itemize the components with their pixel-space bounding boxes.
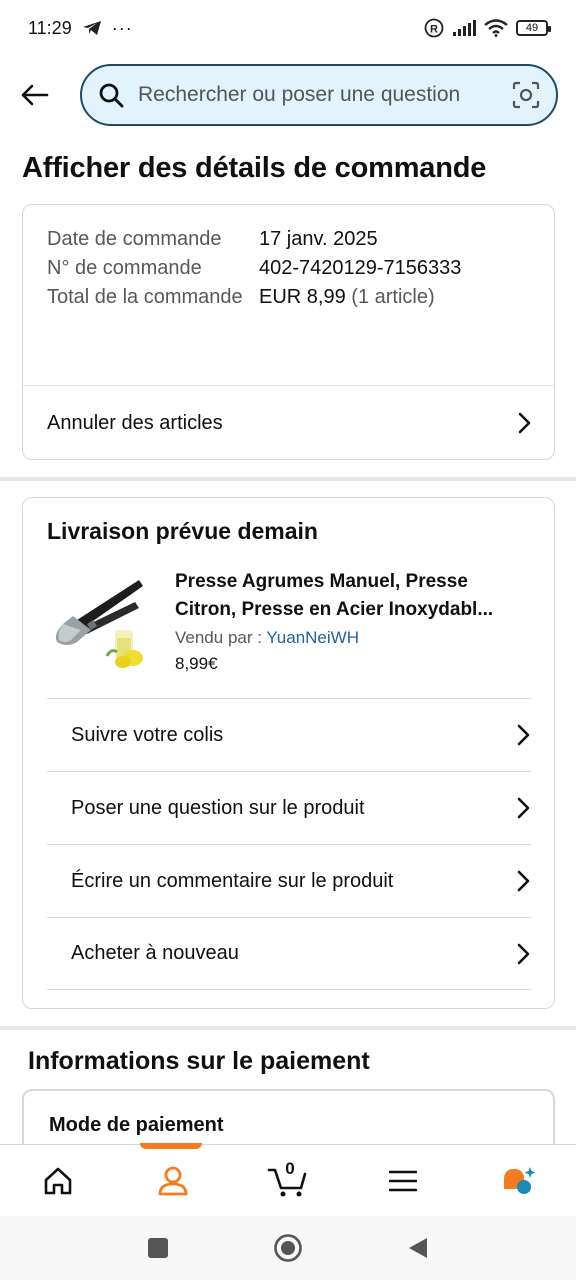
page-title: Afficher des détails de commande (22, 152, 487, 184)
delivery-card: Livraison prévue demain Presse Agrumes M… (22, 497, 555, 1009)
track-package-button[interactable]: Suivre votre colis (47, 698, 531, 771)
action-label: Acheter à nouveau (71, 942, 239, 964)
ask-question-button[interactable]: Poser une question sur le produit (47, 771, 531, 844)
svg-text:R: R (430, 24, 438, 36)
back-button[interactable] (14, 75, 54, 115)
tab-menu[interactable] (373, 1151, 433, 1211)
signal-icon (453, 20, 476, 36)
order-total-label: Total de la commande (47, 286, 243, 308)
seller-label: Vendu par : (175, 628, 262, 647)
order-date-label: Date de commande (47, 228, 222, 250)
action-label: Écrire un commentaire sur le produit (71, 869, 394, 892)
section-divider (0, 477, 576, 481)
triangle-back-icon (409, 1238, 427, 1258)
back-system-button[interactable] (403, 1233, 433, 1263)
seller-link[interactable]: YuanNeiWH (266, 628, 359, 647)
wifi-icon (484, 19, 508, 37)
status-bar: 11:29 ··· R 49 (0, 0, 576, 56)
product-price: 8,99€ (175, 654, 218, 673)
section-divider (0, 1026, 576, 1030)
search-input[interactable] (138, 83, 498, 107)
order-date-value: 17 janv. 2025 (259, 228, 378, 250)
battery-level: 49 (525, 22, 539, 34)
search-bar[interactable] (80, 64, 558, 126)
delivery-actions: Suivre votre colis Poser une question su… (47, 698, 531, 990)
account-icon (158, 1166, 188, 1195)
square-icon (148, 1238, 168, 1258)
payment-section-title: Informations sur le paiement (28, 1047, 370, 1075)
search-icon (99, 83, 124, 108)
search-header (0, 62, 576, 128)
arrow-left-icon (21, 84, 49, 106)
battery-icon: 49 (516, 20, 551, 36)
product-image[interactable] (47, 568, 151, 672)
order-total-row: Total de la commande EUR 8,99 (1 article… (47, 283, 530, 312)
active-tab-indicator (140, 1143, 202, 1149)
chevron-right-icon (517, 943, 530, 964)
cart-count-badge: 0 (285, 1158, 295, 1178)
more-notifications-icon: ··· (111, 17, 133, 38)
menu-icon (389, 1170, 418, 1191)
chevron-right-icon (517, 724, 530, 746)
status-time: 11:29 (28, 17, 72, 38)
citrus-press-image (55, 580, 143, 668)
system-nav-bar (0, 1216, 576, 1280)
action-label: Suivre votre colis (71, 723, 224, 746)
tab-home[interactable] (28, 1151, 88, 1211)
delivery-heading: Livraison prévue demain (47, 518, 318, 544)
payment-method-label: Mode de paiement (49, 1114, 224, 1136)
chevron-right-icon (517, 797, 530, 819)
seller-line: Vendu par : YuanNeiWH (175, 628, 531, 648)
write-review-button[interactable]: Écrire un commentaire sur le produit (47, 844, 531, 917)
order-number-value: 402-7420129-7156333 (259, 257, 462, 279)
chevron-right-icon (517, 870, 530, 892)
cancel-items-label: Annuler des articles (47, 411, 223, 434)
order-number-row: N° de commande 402-7420129-7156333 (47, 254, 530, 283)
registered-icon: R (424, 18, 444, 38)
order-summary-card: Date de commande 17 janv. 2025 N° de com… (22, 204, 555, 460)
action-label: Poser une question sur le produit (71, 796, 365, 819)
tab-account[interactable] (143, 1151, 203, 1211)
bottom-nav: 0 (0, 1143, 576, 1216)
order-date-row: Date de commande 17 janv. 2025 (47, 225, 530, 254)
telegram-icon (82, 21, 101, 35)
product-title-link[interactable]: Presse Agrumes Manuel, Presse Citron, Pr… (175, 568, 531, 624)
product-item: Presse Agrumes Manuel, Presse Citron, Pr… (47, 568, 531, 678)
recent-apps-button[interactable] (143, 1233, 173, 1263)
order-number-label: N° de commande (47, 257, 202, 279)
rufus-assistant-icon (504, 1166, 536, 1194)
home-system-button[interactable] (273, 1233, 303, 1263)
order-total-value: EUR 8,99 (259, 286, 346, 308)
buy-again-button[interactable]: Acheter à nouveau (47, 917, 531, 990)
order-item-count: (1 article) (351, 286, 435, 308)
home-icon (44, 1167, 71, 1194)
tab-rufus-assistant[interactable] (488, 1151, 548, 1211)
cancel-items-button[interactable]: Annuler des articles (47, 386, 532, 460)
camera-lens-icon[interactable] (512, 81, 540, 109)
tab-cart[interactable]: 0 (258, 1151, 318, 1211)
chevron-right-icon (518, 412, 531, 434)
circle-home-icon (274, 1234, 302, 1262)
